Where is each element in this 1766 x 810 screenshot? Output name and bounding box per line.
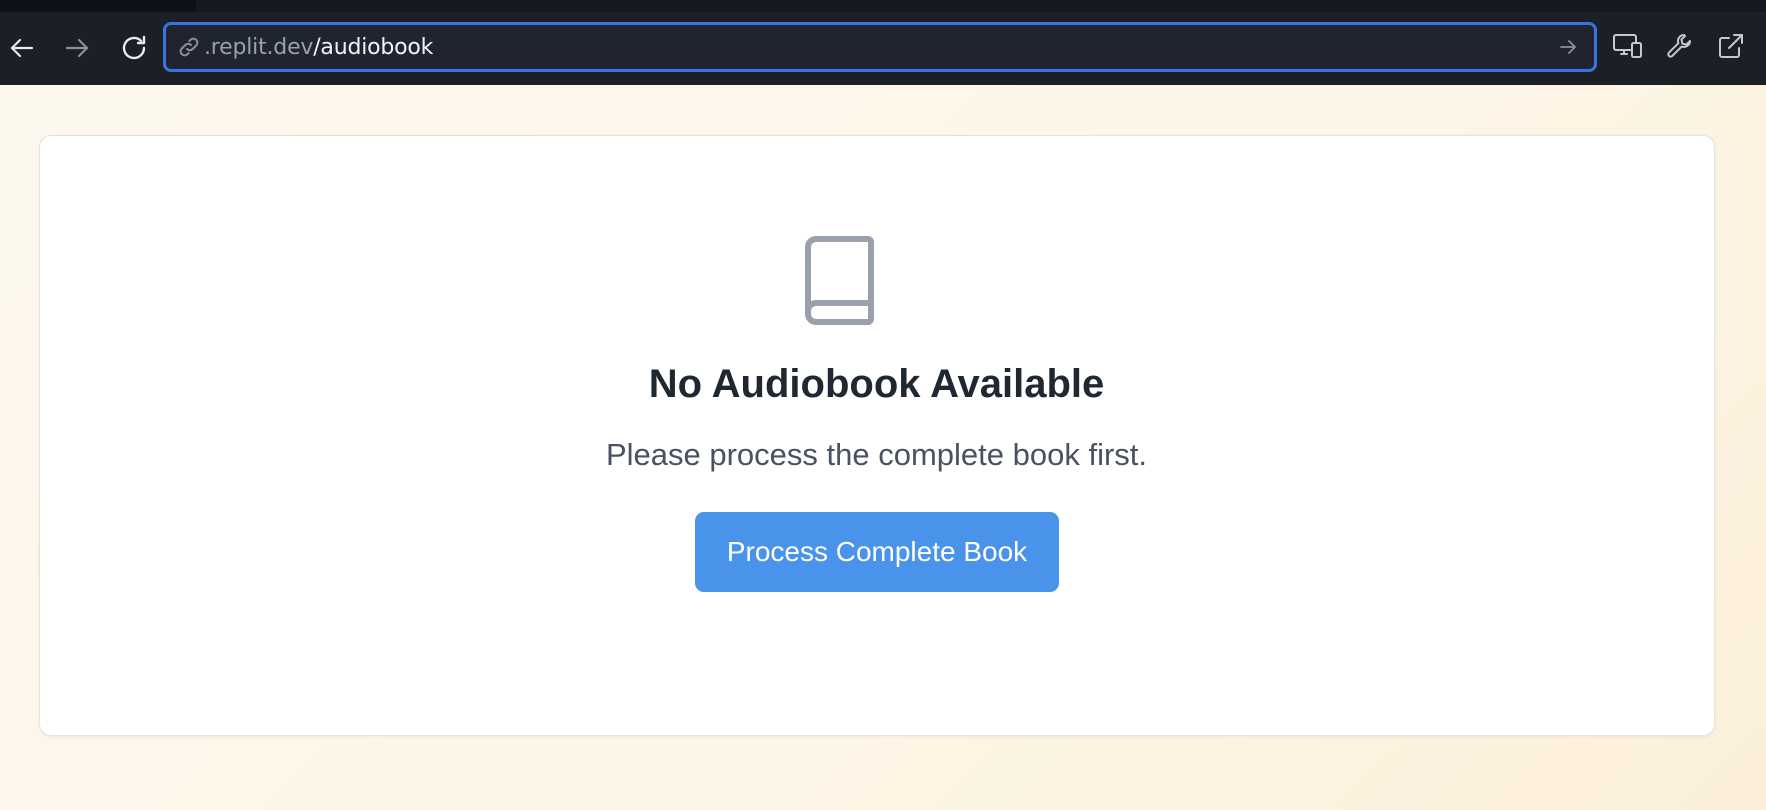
devtools-button[interactable] [1662, 30, 1698, 66]
devices-icon [1612, 31, 1644, 66]
go-button[interactable] [1556, 35, 1580, 59]
forward-button[interactable] [59, 30, 95, 66]
back-button[interactable] [4, 30, 40, 66]
process-complete-book-button[interactable]: Process Complete Book [695, 512, 1059, 592]
browser-toolbar: .replit.dev/audiobook [0, 0, 1766, 85]
url-path: /audiobook [313, 34, 434, 60]
url-text[interactable]: .replit.dev/audiobook [204, 35, 433, 60]
reload-icon [119, 33, 149, 63]
reload-button[interactable] [116, 30, 152, 66]
arrow-left-icon [8, 34, 36, 62]
active-tab[interactable] [196, 0, 1766, 12]
browser-window: .replit.dev/audiobook No Audiobook Avail… [0, 0, 1766, 810]
url-host: .replit.dev [204, 34, 314, 60]
link-icon [176, 34, 202, 60]
tab-strip [0, 0, 1766, 12]
book-icon [798, 233, 878, 325]
arrow-right-icon [1560, 40, 1576, 54]
wrench-icon [1665, 31, 1695, 66]
arrow-right-icon [63, 34, 91, 62]
devices-button[interactable] [1610, 30, 1646, 66]
external-link-icon [1716, 31, 1746, 66]
address-bar[interactable]: .replit.dev/audiobook [163, 22, 1597, 72]
empty-state-subtitle: Please process the complete book first. [605, 437, 1148, 472]
empty-state-title: No Audiobook Available [648, 362, 1105, 406]
empty-state-card [39, 135, 1715, 736]
open-in-new-tab-button[interactable] [1713, 30, 1749, 66]
